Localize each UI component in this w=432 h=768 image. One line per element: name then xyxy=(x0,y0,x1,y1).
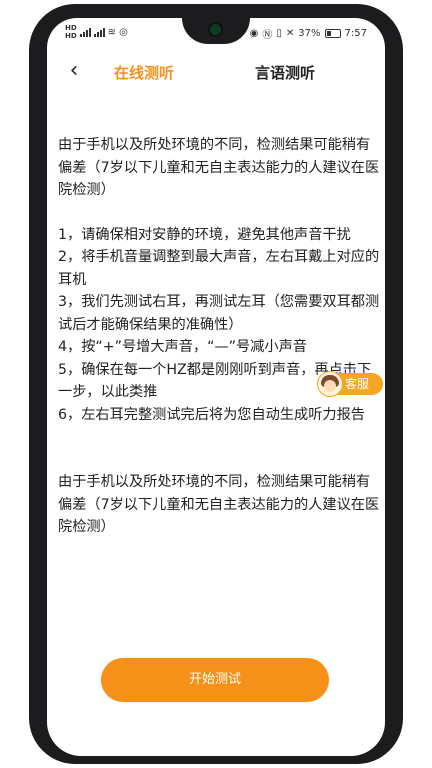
nav-bar: ‹ 在线测听 言语测听 xyxy=(47,50,385,94)
notch xyxy=(182,18,250,44)
app-screen: HD HD ≋ ◎ ◉ Ⓝ ▯ ✕ 37% 7:57 ‹ 在线测听 言语测听 由… xyxy=(47,18,385,756)
status-left: HD HD ≋ ◎ xyxy=(65,24,128,40)
status-bar: HD HD ≋ ◎ ◉ Ⓝ ▯ ✕ 37% 7:57 xyxy=(47,18,385,46)
eye-icon: ◉ xyxy=(249,28,259,39)
step-4: 4，按“+”号增大声音，“—”号减小声音 xyxy=(58,339,307,355)
battery-icon xyxy=(324,29,341,38)
tab-speech-hearing-test[interactable]: 言语测听 xyxy=(255,62,315,83)
instructions-content: 由于手机以及所处环境的不同，检测结果可能稍有偏差（7岁以下儿童和无自主表达能力的… xyxy=(58,134,380,539)
device-frame: HD HD ≋ ◎ ◉ Ⓝ ▯ ✕ 37% 7:57 ‹ 在线测听 言语测听 由… xyxy=(0,0,432,768)
battery-percent: 37% xyxy=(298,28,321,39)
wifi-icon: ≋ xyxy=(107,26,117,38)
front-camera xyxy=(210,24,221,35)
clock: 7:57 xyxy=(344,28,367,39)
step-2: 2，将手机音量调整到最大声音，左右耳戴上对应的耳机 xyxy=(58,249,380,288)
step-6: 6，左右耳完整测试完后将为您自动生成听力报告 xyxy=(58,406,365,423)
chevron-left-icon: ‹ xyxy=(69,58,79,83)
back-button[interactable]: ‹ xyxy=(63,58,85,86)
customer-service-button[interactable]: 客服 xyxy=(317,371,383,397)
disclaimer-bottom: 由于手机以及所处环境的不同，检测结果可能稍有偏差（7岁以下儿童和无自主表达能力的… xyxy=(58,474,380,535)
status-right: ◉ Ⓝ ▯ ✕ 37% 7:57 xyxy=(250,26,367,41)
start-test-button[interactable]: 开始测试 xyxy=(101,658,329,702)
mute-icon: ✕ xyxy=(285,28,295,39)
signal-icon-2 xyxy=(93,27,105,37)
tab-online-hearing-test[interactable]: 在线测听 xyxy=(114,62,174,83)
step-3: 3，我们先测试右耳，再测试左耳（您需要双耳都测试后才能确保结果的准确性） xyxy=(58,294,380,333)
hd-icon: HD HD xyxy=(65,24,77,40)
agent-avatar-icon xyxy=(317,371,343,397)
step-1: 1，请确保相对安静的环境，避免其他声音干扰 xyxy=(58,226,351,243)
nfc-icon: ◎ xyxy=(119,26,128,38)
nfc-n-icon: Ⓝ xyxy=(262,30,273,41)
signal-icon xyxy=(79,27,91,37)
customer-service-label: 客服 xyxy=(345,377,370,391)
vibrate-icon: ▯ xyxy=(276,28,282,39)
disclaimer-top: 由于手机以及所处环境的不同，检测结果可能稍有偏差（7岁以下儿童和无自主表达能力的… xyxy=(58,137,380,198)
